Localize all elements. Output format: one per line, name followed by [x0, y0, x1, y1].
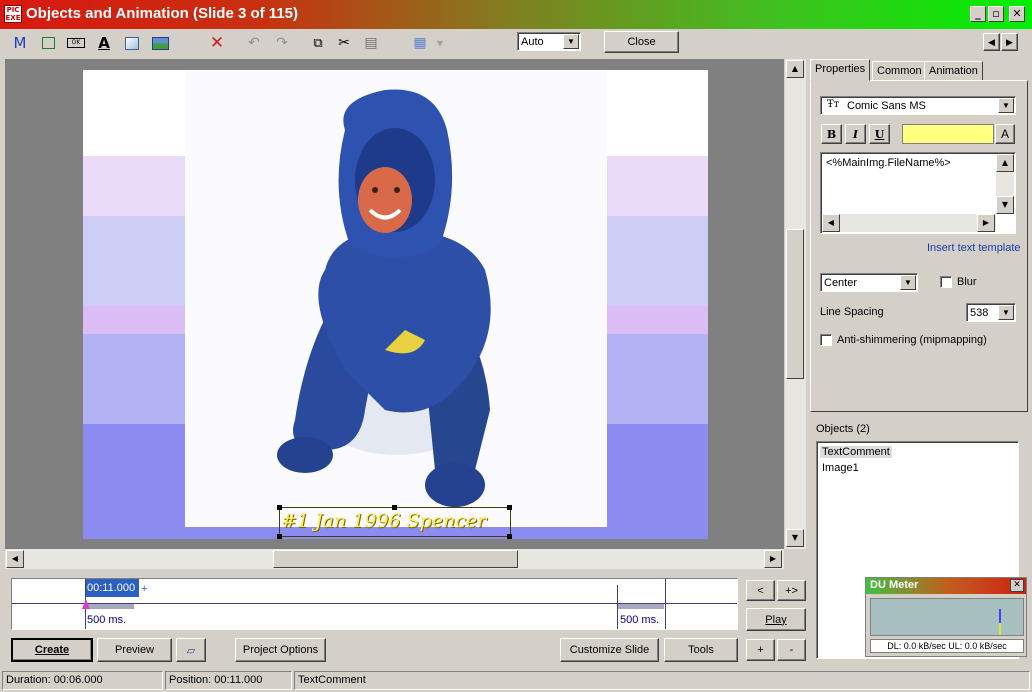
close-window-button[interactable]: ✕	[1009, 6, 1025, 22]
next-slide-button[interactable]: ▶	[1001, 33, 1018, 51]
close-button[interactable]: Close	[604, 31, 679, 53]
scroll-right-icon[interactable]: ▶	[764, 550, 782, 568]
redo-icon[interactable]: ↷	[272, 33, 292, 53]
scroll-left-icon[interactable]: ◀	[822, 214, 840, 232]
font-select[interactable]: Ŧт Comic Sans MS ▼	[820, 96, 1016, 115]
text-m-icon[interactable]: M	[10, 33, 30, 53]
line-spacing-label: Line Spacing	[820, 306, 884, 318]
chevron-down-icon: ▼	[998, 98, 1014, 113]
customize-slide-button[interactable]: Customize Slide	[560, 638, 659, 662]
blur-checkbox[interactable]	[940, 276, 952, 288]
horizontal-scroll-thumb[interactable]	[273, 550, 518, 568]
copy-icon[interactable]: ⧉	[308, 33, 328, 53]
chevron-down-icon: ▼	[998, 305, 1014, 320]
du-meter-close-icon[interactable]: ✕	[1010, 579, 1024, 592]
scroll-down-icon[interactable]: ▼	[786, 529, 804, 547]
align-value: Center	[824, 277, 858, 289]
blur-label: Blur	[957, 276, 977, 288]
text-color-swatch[interactable]	[902, 124, 994, 144]
timeline-right-duration: 500 ms.	[620, 614, 660, 626]
status-duration: Duration: 00:06.000	[2, 671, 163, 690]
status-object: TextComment	[294, 671, 1030, 690]
tab-properties[interactable]: Properties	[810, 59, 871, 81]
slide-preview: #1 Jan 1996 Spencer	[83, 70, 708, 539]
du-meter-stats: DL: 0.0 kB/sec UL: 0.0 kB/sec	[870, 639, 1024, 653]
delete-icon[interactable]: ✕	[207, 33, 227, 53]
tab-animation[interactable]: Animation	[924, 61, 983, 81]
create-button[interactable]: Create	[11, 638, 93, 662]
timeline[interactable]: 00:11.000 + 500 ms. 500 ms.	[11, 578, 738, 630]
color-picker-button[interactable]: A	[995, 124, 1015, 144]
ok-button-icon[interactable]: OK	[66, 33, 86, 53]
tools-button[interactable]: Tools	[664, 638, 738, 662]
photo-image[interactable]	[185, 70, 607, 527]
list-item[interactable]: TextComment	[820, 446, 892, 458]
app-icon[interactable]: PIC EXE	[4, 5, 22, 23]
fullscreen-preview-icon[interactable]: ▱	[176, 638, 206, 662]
status-position: Position: 00:11.000	[165, 671, 292, 690]
anti-shimmer-label: Anti-shimmering (mipmapping)	[837, 334, 987, 346]
timeline-next-button[interactable]: +>	[777, 580, 806, 601]
text-editor-value[interactable]: <%MainImg.FileName%>	[826, 157, 951, 169]
chevron-down-icon: ▼	[563, 34, 579, 49]
font-name: Comic Sans MS	[847, 100, 926, 112]
scroll-up-icon[interactable]: ▲	[996, 154, 1014, 172]
text-editor[interactable]: <%MainImg.FileName%> ▲ ▼ ◀ ▶	[820, 152, 1016, 234]
vertical-scrollbar[interactable]: ▲ ▼	[785, 59, 806, 549]
horizontal-scrollbar[interactable]: ◀ ▶	[5, 549, 784, 569]
du-meter-graph	[870, 598, 1024, 636]
rectangle-icon[interactable]	[38, 33, 58, 53]
timeline-position-label: 00:11.000	[85, 579, 139, 597]
grid-dropdown-icon[interactable]: ▼	[430, 33, 450, 53]
line-spacing-value: 538	[970, 307, 989, 319]
play-button[interactable]: Play	[746, 608, 806, 631]
objects-header: Objects (2)	[816, 423, 870, 435]
zoom-value: Auto	[521, 36, 544, 48]
remove-keyframe-button[interactable]: -	[777, 639, 806, 661]
window-title: Objects and Animation (Slide 3 of 115)	[26, 5, 298, 22]
du-meter-widget[interactable]: DU Meter ✕ DL: 0.0 kB/sec UL: 0.0 kB/sec	[865, 577, 1027, 657]
zoom-select[interactable]: Auto ▼	[517, 32, 581, 51]
underline-button[interactable]: U	[869, 124, 890, 144]
chevron-down-icon: ▼	[900, 275, 916, 290]
grid-icon[interactable]: ▦	[410, 33, 430, 53]
paste-icon[interactable]: ▤	[361, 33, 381, 53]
maximize-button[interactable]: ▫	[988, 6, 1004, 22]
prev-slide-button[interactable]: ◀	[983, 33, 1000, 51]
add-keyframe-button[interactable]: +	[746, 639, 775, 661]
vertical-scroll-thumb[interactable]	[786, 229, 804, 379]
undo-icon[interactable]: ↶	[244, 33, 264, 53]
insert-template-link[interactable]: Insert text template	[927, 242, 1021, 254]
scroll-up-icon[interactable]: ▲	[786, 60, 804, 78]
italic-button[interactable]: I	[845, 124, 866, 144]
minimize-button[interactable]: _	[970, 6, 986, 22]
truetype-icon: Ŧт	[827, 99, 840, 110]
slide-caption[interactable]: #1 Jan 1996 Spencer	[281, 510, 511, 536]
timeline-prev-button[interactable]: <	[746, 580, 775, 601]
line-spacing-select[interactable]: 538 ▼	[966, 303, 1016, 322]
scroll-left-icon[interactable]: ◀	[6, 550, 24, 568]
align-select[interactable]: Center ▼	[820, 273, 918, 292]
frame-icon[interactable]	[122, 33, 142, 53]
project-options-button[interactable]: Project Options	[235, 638, 326, 662]
cut-icon[interactable]: ✂	[334, 33, 354, 53]
anti-shimmer-checkbox[interactable]	[820, 334, 832, 346]
scroll-right-icon[interactable]: ▶	[977, 214, 995, 232]
text-a-icon[interactable]: A	[94, 33, 114, 53]
bold-button[interactable]: B	[821, 124, 842, 144]
list-item[interactable]: Image1	[820, 462, 861, 474]
scroll-down-icon[interactable]: ▼	[996, 196, 1014, 214]
properties-tabs: Properties Common Animation	[810, 59, 1028, 81]
du-meter-title: DU Meter	[870, 579, 919, 591]
timeline-plus[interactable]: +	[141, 583, 147, 595]
preview-button[interactable]: Preview	[97, 638, 172, 662]
timeline-left-duration: 500 ms.	[87, 614, 127, 626]
image-icon[interactable]	[150, 33, 170, 53]
tab-common[interactable]: Common	[872, 61, 927, 81]
